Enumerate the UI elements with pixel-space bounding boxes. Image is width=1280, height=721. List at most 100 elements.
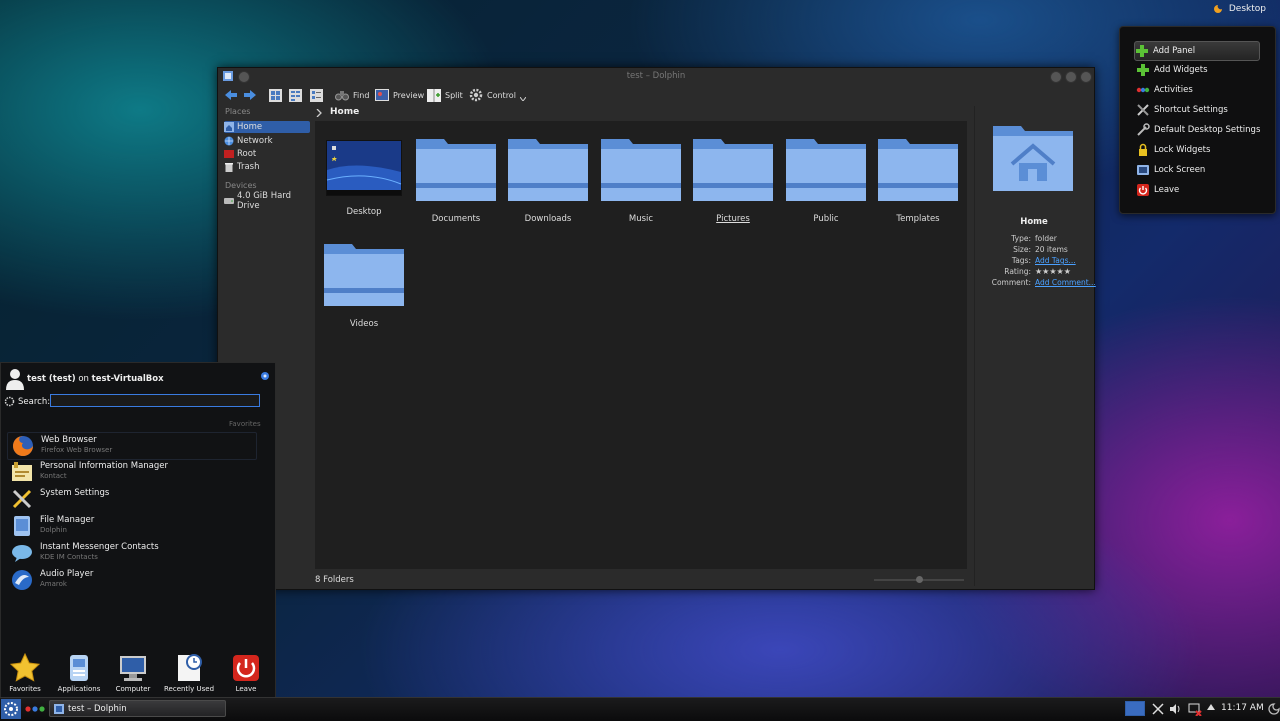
kickoff-launcher: test (test) on test-VirtualBox Search: F… bbox=[0, 362, 276, 698]
pager-icon[interactable] bbox=[1125, 701, 1145, 716]
switch-tabs-on-hover-icon[interactable] bbox=[261, 372, 269, 380]
file-item-pictures[interactable]: Pictures bbox=[687, 133, 779, 224]
add-tags-link[interactable]: Add Tags... bbox=[1035, 256, 1076, 265]
menu-item-add-widgets[interactable]: Add Widgets bbox=[1136, 61, 1264, 79]
chevron-right-icon[interactable] bbox=[316, 109, 322, 117]
kde-menu-icon[interactable] bbox=[1, 699, 21, 719]
search-input[interactable] bbox=[50, 394, 260, 407]
trash-icon bbox=[224, 162, 234, 172]
file-item-documents[interactable]: Documents bbox=[410, 133, 502, 224]
menu-item-add-panel[interactable]: Add Panel bbox=[1134, 41, 1260, 61]
folder-icon bbox=[415, 133, 497, 203]
tab-applications[interactable]: Applications bbox=[53, 653, 105, 693]
file-view[interactable]: Desktop Documents Downloads Music Pictur… bbox=[315, 121, 967, 569]
rating-star-icon[interactable]: ★ bbox=[1049, 267, 1056, 276]
favorite-title: Audio Player bbox=[40, 569, 94, 579]
chevron-up-icon[interactable] bbox=[1207, 704, 1215, 710]
forward-button[interactable] bbox=[243, 86, 257, 104]
lock-screen-icon bbox=[1136, 163, 1150, 177]
file-item-public[interactable]: Public bbox=[780, 133, 872, 224]
menu-item-lock-widgets[interactable]: Lock Widgets bbox=[1136, 141, 1264, 159]
info-type-label: Type: bbox=[1011, 234, 1031, 243]
binoculars-icon bbox=[335, 89, 349, 101]
place-item-network[interactable]: Network bbox=[224, 135, 310, 147]
volume-icon[interactable] bbox=[1169, 703, 1181, 715]
minimize-button[interactable] bbox=[1050, 71, 1062, 83]
tools-tray-icon[interactable] bbox=[1152, 703, 1164, 715]
maximize-button[interactable] bbox=[1065, 71, 1077, 83]
favorite-item-system-settings[interactable]: System Settings bbox=[7, 486, 255, 512]
tab-computer[interactable]: Computer bbox=[107, 653, 159, 693]
details-view-icon bbox=[310, 88, 323, 102]
file-item-music[interactable]: Music bbox=[595, 133, 687, 224]
file-item-videos[interactable]: Videos bbox=[318, 238, 410, 329]
menu-item-shortcut-settings[interactable]: Shortcut Settings bbox=[1136, 101, 1264, 119]
icons-view-button[interactable] bbox=[269, 86, 282, 104]
info-comment-label: Comment: bbox=[991, 278, 1031, 287]
find-button[interactable]: Find bbox=[335, 86, 369, 104]
desktop-toolbox-label: Desktop bbox=[1228, 4, 1266, 14]
compact-view-button[interactable] bbox=[289, 86, 302, 104]
firefox-icon bbox=[12, 435, 34, 457]
details-view-button[interactable] bbox=[310, 86, 323, 104]
info-rating-row: Rating: ★★★★★ bbox=[975, 267, 1093, 277]
clock[interactable]: 11:17 AM bbox=[1221, 703, 1264, 713]
tab-label: Leave bbox=[235, 685, 257, 693]
rating-stars[interactable]: ★★★★★ bbox=[1035, 267, 1071, 276]
info-tags-label: Tags: bbox=[1011, 256, 1031, 265]
info-rating-label: Rating: bbox=[1004, 267, 1031, 276]
split-button[interactable]: Split bbox=[427, 86, 463, 104]
folder-icon bbox=[323, 238, 405, 308]
place-item-home[interactable]: Home bbox=[224, 121, 310, 133]
menu-item-default-desktop-settings[interactable]: Default Desktop Settings bbox=[1136, 121, 1264, 139]
desktop-toolbox-button[interactable]: Desktop bbox=[1213, 1, 1266, 17]
title-bar[interactable]: test – Dolphin bbox=[218, 68, 1094, 84]
tab-label: Applications bbox=[57, 685, 101, 693]
tab-leave[interactable]: Leave bbox=[220, 653, 272, 693]
favorite-item-audio-player[interactable]: Audio Player Amarok bbox=[7, 567, 255, 593]
rating-star-icon[interactable]: ★ bbox=[1064, 267, 1071, 276]
tab-recently-used[interactable]: Recently Used bbox=[163, 653, 215, 693]
place-item-root[interactable]: Root bbox=[224, 148, 310, 160]
favorite-item-web-browser[interactable]: Web Browser Firefox Web Browser bbox=[7, 432, 257, 460]
task-item-dolphin[interactable]: test – Dolphin bbox=[49, 700, 226, 717]
system-settings-icon bbox=[11, 488, 33, 510]
menu-item-lock-screen[interactable]: Lock Screen bbox=[1136, 161, 1264, 179]
preview-button[interactable]: Preview bbox=[375, 86, 424, 104]
icons-view-icon bbox=[269, 88, 282, 102]
split-icon bbox=[427, 88, 441, 102]
breadcrumb: Home bbox=[314, 106, 968, 122]
taskbar: test – Dolphin 11:17 AM bbox=[0, 697, 1280, 721]
breadcrumb-home[interactable]: Home bbox=[330, 107, 359, 117]
back-button[interactable] bbox=[224, 86, 238, 104]
compact-view-icon bbox=[289, 88, 302, 102]
favorite-item-im-contacts[interactable]: Instant Messenger Contacts KDE IM Contac… bbox=[7, 540, 255, 566]
zoom-slider-handle[interactable] bbox=[916, 576, 923, 583]
device-item-hard-drive[interactable]: 4.0 GiB Hard Drive bbox=[224, 191, 310, 211]
control-button[interactable]: Control bbox=[469, 86, 526, 104]
dolphin-icon bbox=[54, 703, 64, 714]
favorite-item-pim[interactable]: Personal Information Manager Kontact bbox=[7, 459, 255, 485]
file-item-downloads[interactable]: Downloads bbox=[502, 133, 594, 224]
desktop-thumbnail-icon bbox=[326, 140, 402, 196]
rating-star-icon[interactable]: ★ bbox=[1057, 267, 1064, 276]
network-disconnected-icon[interactable] bbox=[1188, 702, 1202, 716]
menu-item-leave[interactable]: Leave bbox=[1136, 181, 1264, 199]
tab-favorites[interactable]: Favorites bbox=[0, 653, 51, 693]
file-item-templates[interactable]: Templates bbox=[872, 133, 964, 224]
menu-item-label: Add Panel bbox=[1153, 46, 1196, 56]
root-icon bbox=[224, 149, 234, 159]
file-name: Music bbox=[628, 214, 654, 224]
file-item-desktop[interactable]: Desktop bbox=[318, 140, 410, 217]
favorite-title: Personal Information Manager bbox=[40, 461, 168, 471]
activities-icon[interactable] bbox=[24, 704, 46, 714]
star-icon bbox=[10, 653, 40, 683]
panel-toolbox-icon[interactable] bbox=[1268, 703, 1280, 715]
place-item-trash[interactable]: Trash bbox=[224, 161, 310, 173]
favorite-item-file-manager[interactable]: File Manager Dolphin bbox=[7, 513, 255, 539]
menu-item-activities[interactable]: Activities bbox=[1136, 81, 1264, 99]
info-size-value: 20 items bbox=[1035, 245, 1068, 254]
add-comment-link[interactable]: Add Comment... bbox=[1035, 278, 1096, 287]
close-button[interactable] bbox=[1080, 71, 1092, 83]
amarok-icon bbox=[11, 569, 33, 591]
